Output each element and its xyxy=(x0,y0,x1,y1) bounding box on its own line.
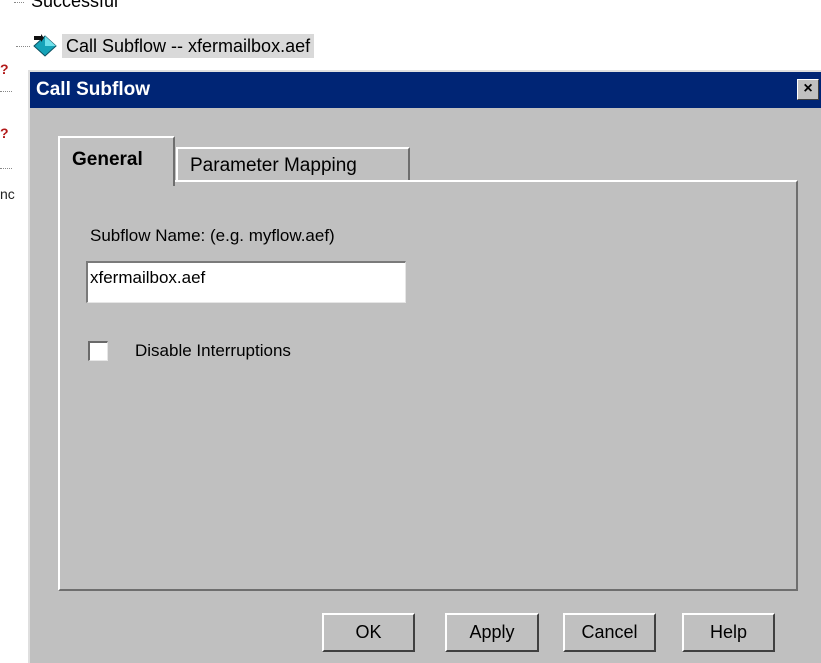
tree-item-label: Successful xyxy=(31,0,119,11)
call-subflow-dialog: Call Subflow × General Parameter Mapping… xyxy=(28,70,821,663)
tree-node-marker: ? xyxy=(0,61,9,77)
tree-item-label: Call Subflow -- xfermailbox.aef xyxy=(62,34,315,58)
tab-general-label: General xyxy=(72,149,143,170)
dialog-title: Call Subflow xyxy=(36,79,150,100)
tab-general[interactable]: General xyxy=(58,136,175,186)
tab-parameter-mapping[interactable]: Parameter Mapping xyxy=(176,147,410,184)
tree-connector xyxy=(0,168,12,169)
tree-node-marker: ? xyxy=(0,125,9,141)
tree-item-call-subflow[interactable]: Call Subflow -- xfermailbox.aef xyxy=(16,33,315,59)
close-icon: × xyxy=(803,80,813,97)
dialog-titlebar[interactable]: Call Subflow × xyxy=(30,72,821,108)
disable-interruptions-label[interactable]: Disable Interruptions xyxy=(135,341,291,361)
tab-parameter-mapping-label: Parameter Mapping xyxy=(190,155,357,176)
close-button[interactable]: × xyxy=(797,79,819,100)
subflow-name-label: Subflow Name: (e.g. myflow.aef) xyxy=(90,226,335,245)
ok-button[interactable]: OK xyxy=(322,613,415,652)
apply-button[interactable]: Apply xyxy=(445,613,539,652)
tree-fragment-text: nc xyxy=(0,186,15,202)
help-button[interactable]: Help xyxy=(682,613,775,652)
tree-connector xyxy=(16,45,30,47)
tree-connector xyxy=(0,91,12,92)
cancel-button[interactable]: Cancel xyxy=(563,613,656,652)
subflow-icon xyxy=(33,34,57,57)
tree-item-successful[interactable]: Successful xyxy=(14,0,118,12)
subflow-name-input[interactable] xyxy=(86,261,406,303)
tree-connector xyxy=(14,1,24,3)
disable-interruptions-checkbox[interactable] xyxy=(88,341,108,361)
